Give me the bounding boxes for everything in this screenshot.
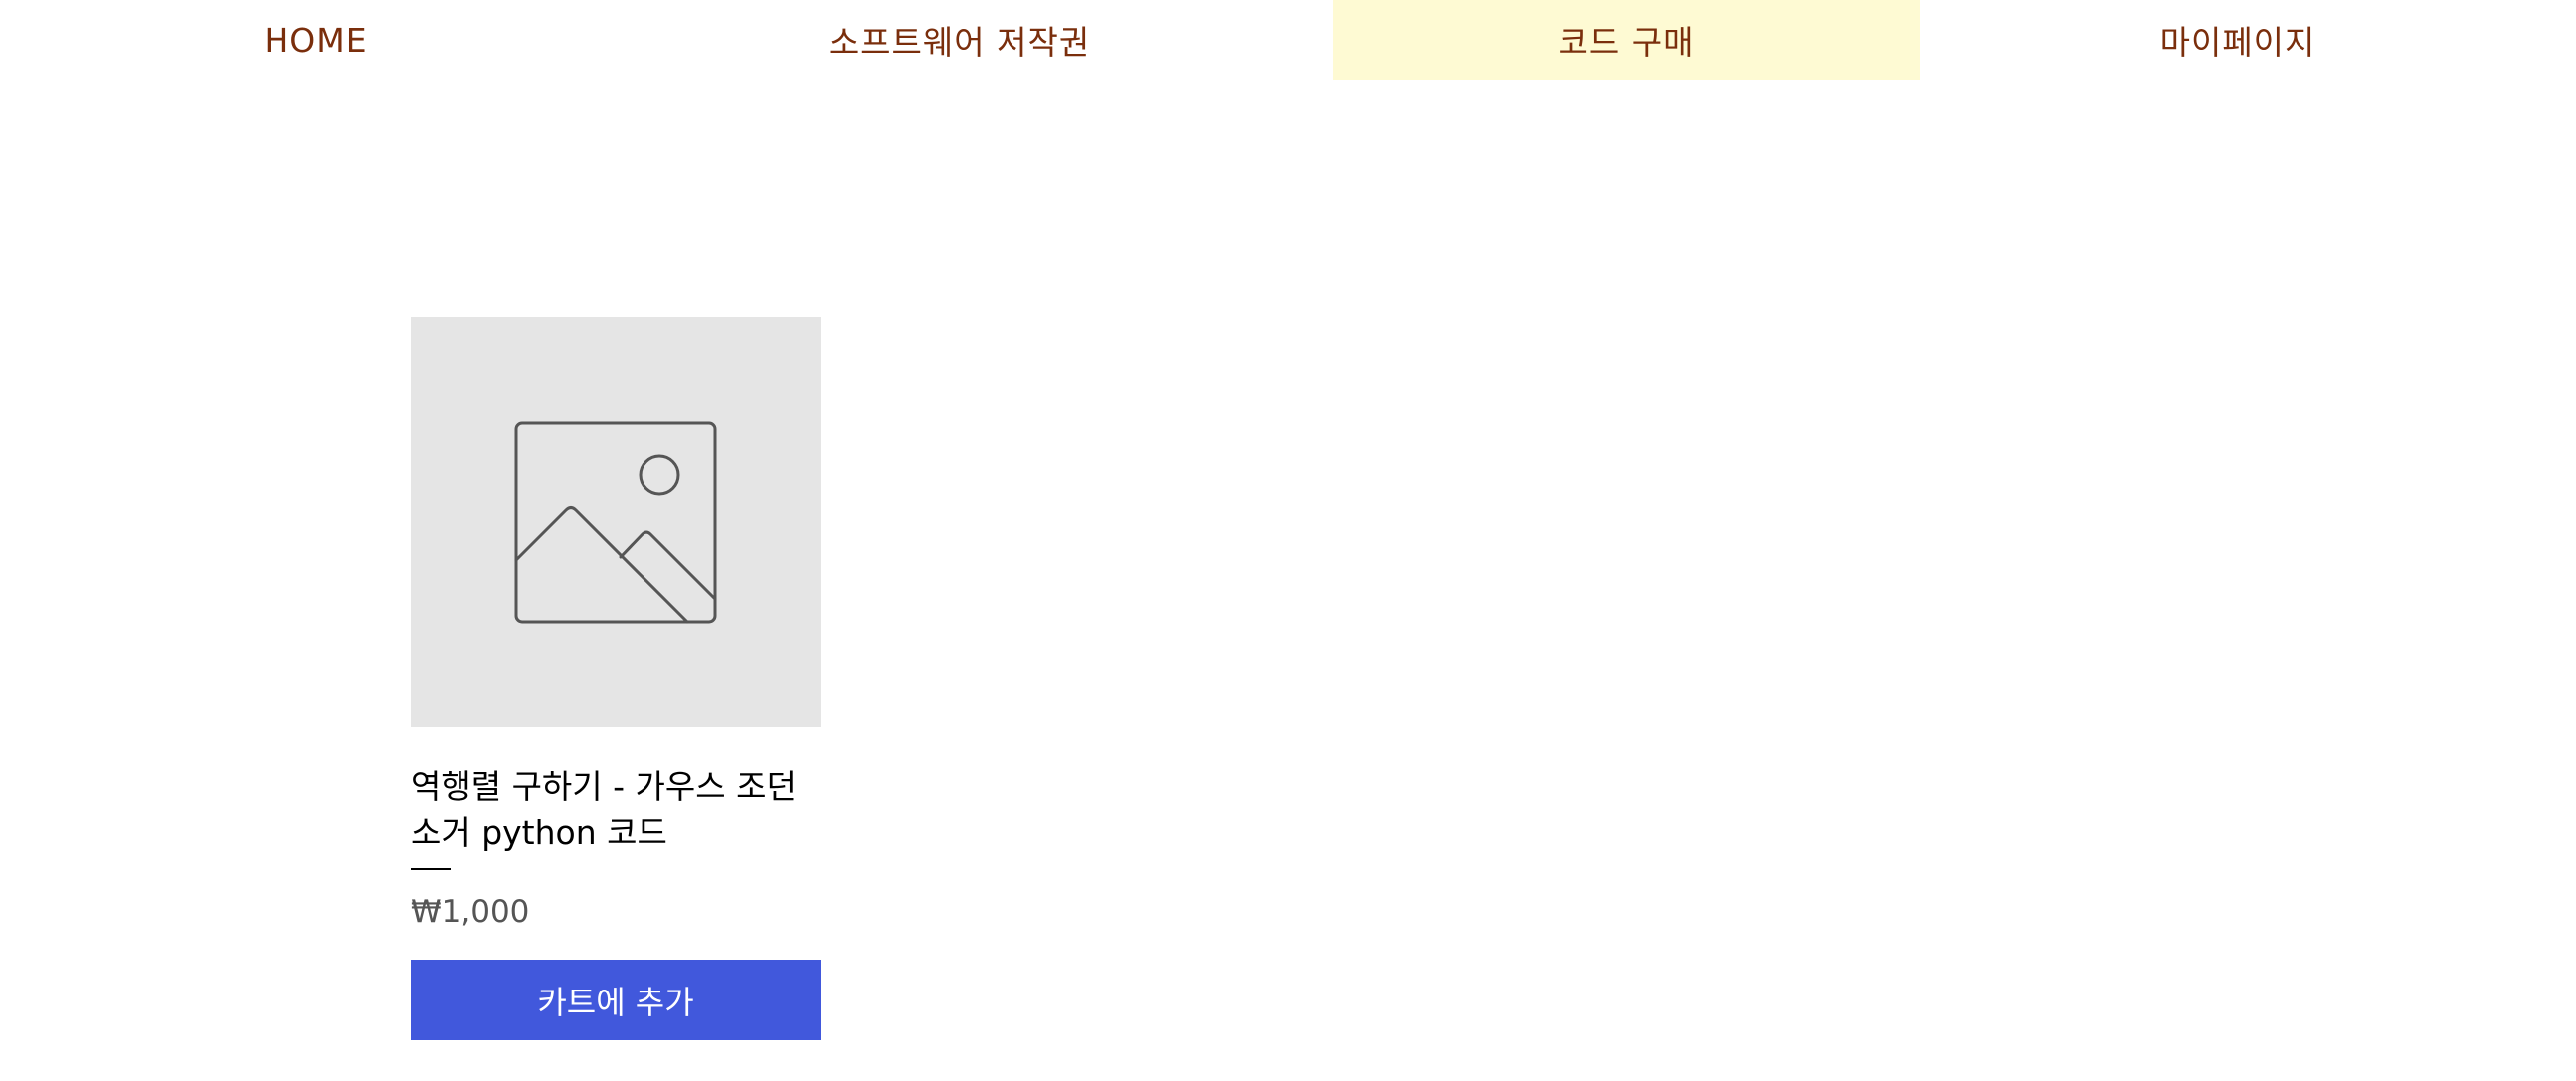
product-title[interactable]: 역행렬 구하기 - 가우스 조던 소거 python 코드 xyxy=(411,763,821,856)
nav-item-code-purchase[interactable]: 코드 구매 xyxy=(1333,0,1920,80)
top-nav: HOME 소프트웨어 저작권 코드 구매 마이페이지 xyxy=(0,0,2576,80)
product-card: 역행렬 구하기 - 가우스 조던 소거 python 코드 ₩1,000 카트에… xyxy=(411,317,821,1040)
title-divider xyxy=(411,868,451,870)
nav-item-software-copyright[interactable]: 소프트웨어 저작권 xyxy=(786,0,1134,80)
image-placeholder-icon xyxy=(514,421,717,624)
product-image[interactable] xyxy=(411,317,821,727)
nav-item-home[interactable]: HOME xyxy=(204,0,428,80)
product-price: ₩1,000 xyxy=(411,894,530,930)
nav-item-mypage[interactable]: 마이페이지 xyxy=(2118,0,2357,80)
add-to-cart-button[interactable]: 카트에 추가 xyxy=(411,960,821,1040)
